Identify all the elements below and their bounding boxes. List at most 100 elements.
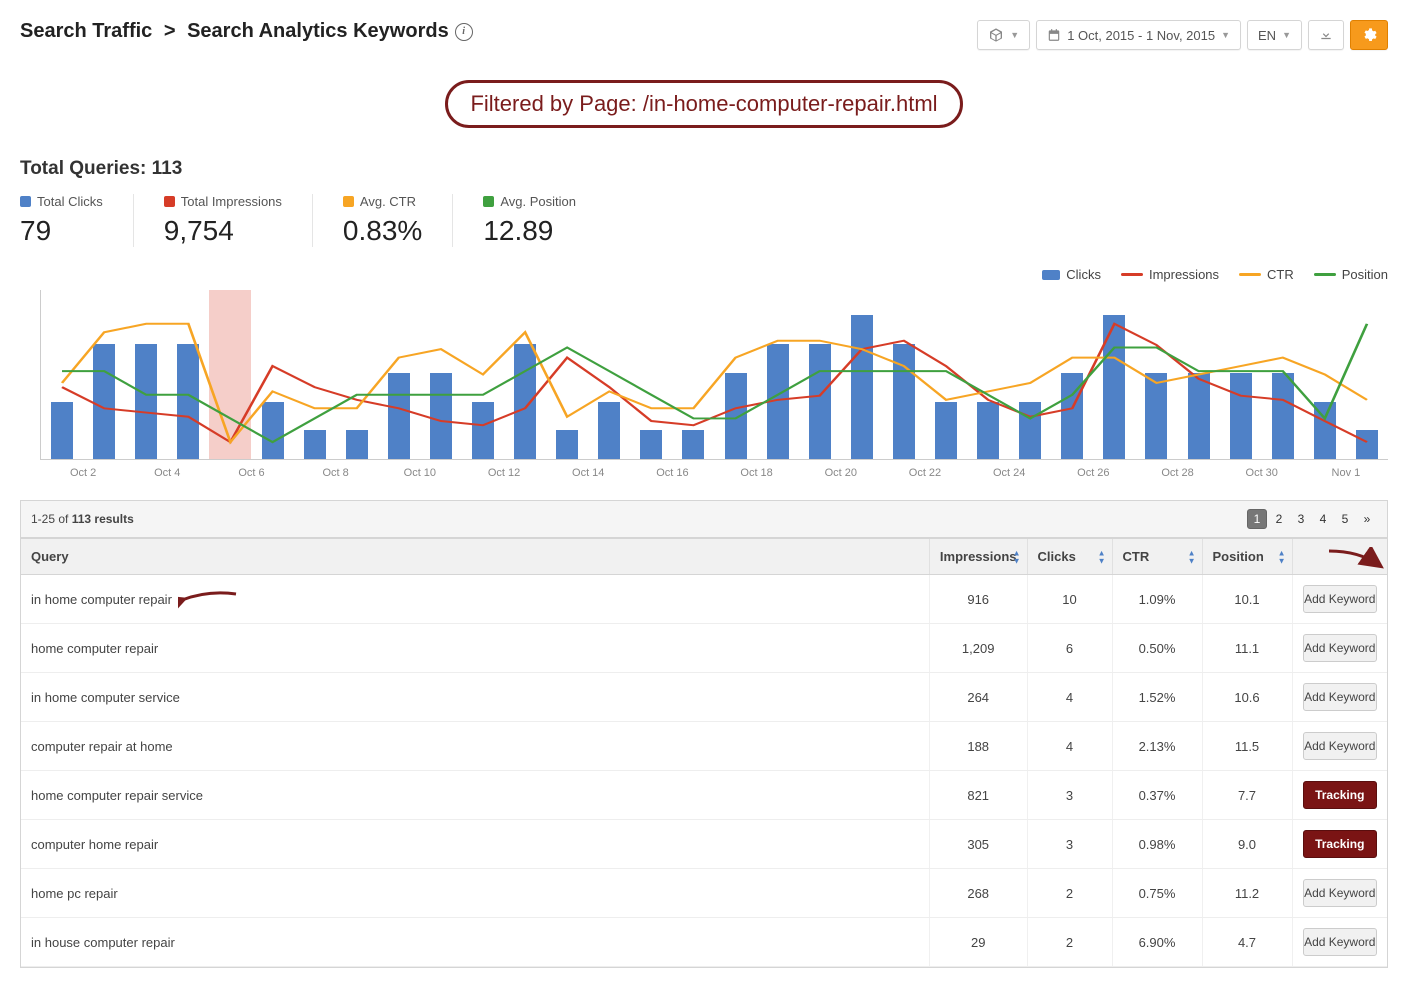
breadcrumb-root[interactable]: Search Traffic [20, 20, 152, 43]
legend-ctr[interactable]: CTR [1239, 267, 1294, 282]
breadcrumb-leaf: Search Analytics Keywords [187, 20, 449, 43]
cube-icon [988, 27, 1004, 43]
action-cell: Add Keyword [1292, 575, 1387, 624]
table-row: home computer repair service82130.37%7.7… [21, 771, 1387, 820]
ctr-cell: 0.98% [1112, 820, 1202, 869]
tracking-badge[interactable]: Tracking [1303, 781, 1378, 809]
clicks-cell: 2 [1027, 869, 1112, 918]
add-keyword-button[interactable]: Add Keyword [1303, 585, 1378, 613]
legend-position[interactable]: Position [1314, 267, 1388, 282]
date-range-button[interactable]: 1 Oct, 2015 - 1 Nov, 2015 ▼ [1036, 20, 1241, 50]
position-cell: 10.1 [1202, 575, 1292, 624]
position-cell: 11.1 [1202, 624, 1292, 673]
x-tick-label: Nov 1 [1304, 467, 1388, 479]
add-keyword-button[interactable]: Add Keyword [1303, 732, 1378, 760]
ctr-cell: 1.52% [1112, 673, 1202, 722]
impressions-cell: 188 [929, 722, 1027, 771]
table-row: home pc repair26820.75%11.2Add Keyword [21, 869, 1387, 918]
page-link[interactable]: 2 [1269, 509, 1289, 529]
clicks-cell: 4 [1027, 722, 1112, 771]
action-cell: Tracking [1292, 820, 1387, 869]
impressions-cell: 264 [929, 673, 1027, 722]
info-icon[interactable]: i [455, 23, 473, 41]
col-impressions[interactable]: Impressions▲▼ [929, 539, 1027, 575]
query-cell[interactable]: home pc repair [21, 869, 929, 918]
clicks-cell: 6 [1027, 624, 1112, 673]
action-cell: Add Keyword [1292, 918, 1387, 967]
query-cell[interactable]: computer repair at home [21, 722, 929, 771]
clicks-swatch-icon [20, 196, 31, 207]
language-button[interactable]: EN ▼ [1247, 20, 1302, 50]
query-cell[interactable]: computer home repair [21, 820, 929, 869]
legend-clicks[interactable]: Clicks [1042, 267, 1101, 282]
pagination: 12345» [1247, 509, 1377, 529]
settings-button[interactable] [1350, 20, 1388, 50]
x-tick-label: Oct 14 [546, 467, 630, 479]
add-keyword-button[interactable]: Add Keyword [1303, 928, 1378, 956]
action-cell: Add Keyword [1292, 722, 1387, 771]
query-cell[interactable]: home computer repair service [21, 771, 929, 820]
position-swatch-icon [483, 196, 494, 207]
impressions-label: Total Impressions [181, 194, 282, 209]
page-link[interactable]: 5 [1335, 509, 1355, 529]
query-cell[interactable]: in house computer repair [21, 918, 929, 967]
table-row: in home computer service26441.52%10.6Add… [21, 673, 1387, 722]
x-tick-label: Oct 6 [209, 467, 293, 479]
table-row: home computer repair1,20960.50%11.1Add K… [21, 624, 1387, 673]
add-keyword-button[interactable]: Add Keyword [1303, 683, 1378, 711]
header-toolbar: ▼ 1 Oct, 2015 - 1 Nov, 2015 ▼ EN ▼ [977, 20, 1388, 50]
clicks-cell: 10 [1027, 575, 1112, 624]
position-cell: 11.2 [1202, 869, 1292, 918]
page-link[interactable]: 4 [1313, 509, 1333, 529]
position-value: 12.89 [483, 215, 576, 247]
sort-arrows-icon[interactable]: ▲▼ [1278, 549, 1286, 564]
x-tick-label: Oct 24 [967, 467, 1051, 479]
page-next[interactable]: » [1357, 509, 1377, 529]
x-tick-label: Oct 12 [462, 467, 546, 479]
action-cell: Tracking [1292, 771, 1387, 820]
table-row: computer home repair30530.98%9.0Tracking [21, 820, 1387, 869]
analytics-chart[interactable]: Oct 2Oct 4Oct 6Oct 8Oct 10Oct 12Oct 14Oc… [40, 290, 1388, 460]
col-clicks[interactable]: Clicks▲▼ [1027, 539, 1112, 575]
results-count: 1-25 of 113 results [31, 512, 134, 526]
query-cell[interactable]: in home computer repair [21, 575, 929, 624]
clicks-label: Total Clicks [37, 194, 103, 209]
impressions-cell: 821 [929, 771, 1027, 820]
tracking-badge[interactable]: Tracking [1303, 830, 1378, 858]
add-keyword-button[interactable]: Add Keyword [1303, 879, 1378, 907]
cube-dropdown-button[interactable]: ▼ [977, 20, 1030, 50]
page-link[interactable]: 3 [1291, 509, 1311, 529]
clicks-value: 79 [20, 215, 103, 247]
query-cell[interactable]: home computer repair [21, 624, 929, 673]
col-query[interactable]: Query [21, 539, 929, 575]
col-position[interactable]: Position▲▼ [1202, 539, 1292, 575]
page-link[interactable]: 1 [1247, 509, 1267, 529]
position-cell: 10.6 [1202, 673, 1292, 722]
action-cell: Add Keyword [1292, 869, 1387, 918]
ctr-cell: 6.90% [1112, 918, 1202, 967]
ctr-cell: 0.50% [1112, 624, 1202, 673]
action-cell: Add Keyword [1292, 624, 1387, 673]
ctr-label: Avg. CTR [360, 194, 416, 209]
table-row: in home computer repair916101.09%10.1Add… [21, 575, 1387, 624]
chart-legend: Clicks Impressions CTR Position [20, 267, 1388, 282]
add-keyword-button[interactable]: Add Keyword [1303, 634, 1378, 662]
calendar-icon [1047, 28, 1061, 42]
x-tick-label: Oct 10 [378, 467, 462, 479]
impressions-value: 9,754 [164, 215, 282, 247]
impressions-cell: 305 [929, 820, 1027, 869]
sort-arrows-icon[interactable]: ▲▼ [1188, 549, 1196, 564]
col-ctr[interactable]: CTR▲▼ [1112, 539, 1202, 575]
x-tick-label: Oct 22 [883, 467, 967, 479]
sort-arrows-icon[interactable]: ▲▼ [1013, 549, 1021, 564]
x-tick-label: Oct 16 [630, 467, 714, 479]
ctr-cell: 2.13% [1112, 722, 1202, 771]
date-range-label: 1 Oct, 2015 - 1 Nov, 2015 [1067, 28, 1215, 43]
x-tick-label: Oct 4 [125, 467, 209, 479]
legend-impressions[interactable]: Impressions [1121, 267, 1219, 282]
impressions-cell: 29 [929, 918, 1027, 967]
x-tick-label: Oct 2 [41, 467, 125, 479]
sort-arrows-icon[interactable]: ▲▼ [1098, 549, 1106, 564]
query-cell[interactable]: in home computer service [21, 673, 929, 722]
download-button[interactable] [1308, 20, 1344, 50]
